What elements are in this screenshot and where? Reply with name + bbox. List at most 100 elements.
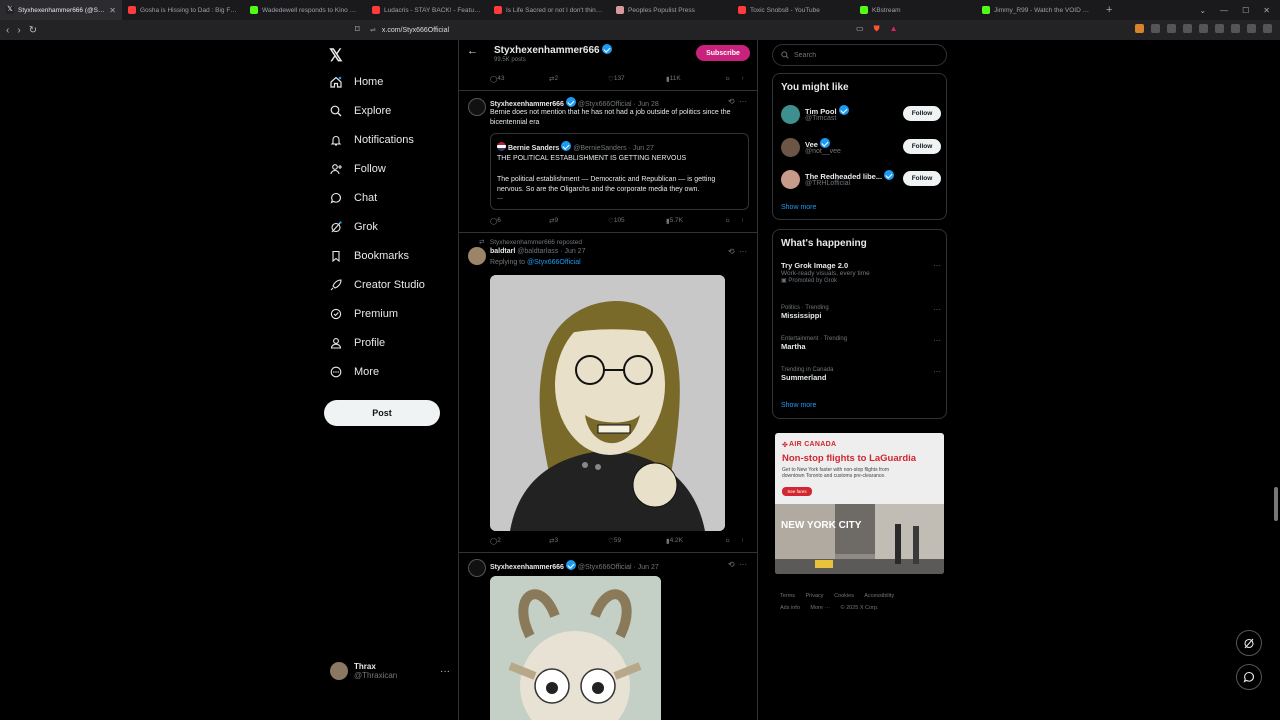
browser-tab[interactable]: Gosha is Hissing to Dad : Big Floppa	[122, 0, 244, 20]
browser-tab[interactable]: Jimmy_R99 - Watch the VOID on Kick	[976, 0, 1098, 20]
leo-icon[interactable]	[1231, 24, 1240, 33]
nav-item-chat[interactable]: Chat	[330, 192, 377, 204]
cast-icon[interactable]: ▭	[856, 24, 864, 34]
trend-item[interactable]: Try Grok Image 2.0 Work-ready visuals, e…	[781, 261, 941, 284]
messages-floating-button[interactable]	[1236, 664, 1262, 690]
nav-item-notifications[interactable]: Notifications	[330, 134, 414, 146]
follow-button[interactable]: Follow	[903, 171, 941, 186]
tab-list-icon[interactable]: ⌄	[1199, 6, 1206, 15]
minimize-icon[interactable]: —	[1220, 6, 1228, 15]
tweet-date[interactable]: · Jun 28	[634, 101, 659, 108]
nav-item-more[interactable]: More	[330, 366, 379, 378]
nav-item-profile[interactable]: Profile	[330, 337, 385, 349]
tweet-image-goat[interactable]	[490, 576, 661, 720]
nav-item-home[interactable]: Home	[330, 76, 383, 88]
reply-button[interactable]: ◯ 2	[490, 537, 501, 545]
music-icon[interactable]	[1183, 24, 1192, 33]
reload-icon[interactable]: ↻	[29, 25, 37, 36]
share-icon[interactable]: ↑	[741, 537, 744, 544]
address-bar[interactable]: ⇌ x.com/Styx666Official	[370, 23, 910, 37]
reply-button[interactable]: ◯ 43	[490, 75, 505, 83]
trend-item[interactable]: Politics · Trending Mississippi ···	[781, 305, 941, 320]
more-dots-icon[interactable]: ···	[933, 367, 941, 376]
air-canada-ad[interactable]: ✤ AIR CANADA Non-stop flights to LaGuard…	[775, 433, 944, 574]
repost-button[interactable]: ⇄ 2	[549, 75, 558, 83]
brave-rewards-icon[interactable]: ▲	[890, 24, 898, 34]
back-arrow-icon[interactable]: ←	[467, 45, 478, 57]
bookmark-page-icon[interactable]: ⌑	[355, 24, 360, 35]
footer-link[interactable]: Ads info	[780, 605, 800, 611]
like-button[interactable]: ♡ 105	[608, 217, 625, 225]
footer-link[interactable]: More ···	[810, 605, 830, 611]
more-dots-icon[interactable]: ···	[933, 336, 941, 345]
more-dots-icon[interactable]: ···	[933, 305, 941, 314]
more-dots-icon[interactable]: ···	[933, 261, 941, 270]
page-scrollbar[interactable]	[1274, 487, 1278, 521]
grok-floating-button[interactable]	[1236, 630, 1262, 656]
reply-to-link[interactable]: @Styx666Official	[527, 259, 581, 266]
extension-icon[interactable]	[1151, 24, 1160, 33]
close-window-icon[interactable]: ✕	[1263, 6, 1270, 15]
avatar[interactable]	[468, 247, 486, 265]
footer-link[interactable]: Cookies	[834, 593, 854, 599]
avatar[interactable]	[468, 98, 486, 116]
sidebar-icon[interactable]	[1199, 24, 1208, 33]
extension-icon[interactable]	[1167, 24, 1176, 33]
tweet-date[interactable]: · Jun 27	[560, 248, 585, 255]
nav-item-premium[interactable]: Premium	[330, 308, 398, 320]
x-logo-icon[interactable]: 𝕏	[329, 46, 343, 66]
footer-link[interactable]: Accessibility	[864, 593, 894, 599]
browser-tab[interactable]: Is Life Sacred or not I don't think it..…	[488, 0, 610, 20]
search-box[interactable]	[772, 44, 947, 66]
subscribe-button[interactable]: Subscribe	[696, 45, 750, 61]
repost-button[interactable]: ⇄ 3	[549, 537, 558, 545]
suggested-user[interactable]: Tim Pool @Timcast Follow	[781, 103, 941, 127]
close-tab-icon[interactable]: ✕	[109, 6, 116, 15]
repost-button[interactable]: ⇄ 9	[549, 217, 558, 225]
browser-tab[interactable]: Toxic Snobs8 - YouTube	[732, 0, 854, 20]
post-button[interactable]: Post	[324, 400, 440, 426]
browser-tab[interactable]: 𝕏 Styxhexenhammer666 (@Styx666... ✕	[0, 0, 122, 20]
author-name[interactable]: Styxhexenhammer666	[490, 101, 564, 108]
suggested-user[interactable]: The Redheaded libe... @TRHLofficial Foll…	[781, 168, 941, 192]
maximize-icon[interactable]: ☐	[1242, 6, 1249, 15]
share-icon[interactable]: ↑	[741, 217, 744, 224]
trend-item[interactable]: Entertainment · Trending Martha ···	[781, 336, 941, 351]
author-handle[interactable]: @baldtarlass	[517, 248, 558, 255]
views-stat[interactable]: ▮ 11K	[666, 75, 681, 83]
account-switcher[interactable]: Thrax @Thraxican ···	[330, 662, 450, 680]
back-icon[interactable]: ‹	[6, 25, 9, 36]
more-dots-icon[interactable]: ···	[739, 247, 747, 256]
grok-icon[interactable]: ⟲	[728, 97, 735, 106]
views-stat[interactable]: ▮ 5.7K	[666, 217, 683, 225]
like-button[interactable]: ♡ 59	[608, 537, 621, 545]
trend-item[interactable]: Trending in Canada Summerland ···	[781, 367, 941, 382]
bookmark-icon[interactable]: ⌑	[726, 75, 729, 83]
show-more-link[interactable]: Show more	[781, 402, 816, 409]
nav-item-explore[interactable]: Explore	[330, 105, 391, 117]
grok-icon[interactable]: ⟲	[728, 247, 735, 256]
nav-item-follow[interactable]: Follow	[330, 163, 386, 175]
nav-item-creator-studio[interactable]: Creator Studio	[330, 279, 425, 291]
author-handle[interactable]: @Styx666Official	[578, 564, 632, 571]
author-handle[interactable]: @Styx666Official	[578, 101, 632, 108]
tweet-date[interactable]: · Jun 27	[634, 564, 659, 571]
share-icon[interactable]: ↑	[741, 75, 744, 82]
bookmark-icon[interactable]: ⌑	[726, 537, 729, 545]
avatar[interactable]	[468, 559, 486, 577]
search-input[interactable]	[794, 51, 934, 59]
show-more-link[interactable]: Show more	[781, 204, 816, 211]
browser-tab[interactable]: Peoples Populist Press	[610, 0, 732, 20]
tweet-image-caricature[interactable]	[490, 275, 725, 531]
ad-cta-button[interactable]: See fares	[782, 487, 812, 496]
reply-button[interactable]: ◯ 6	[490, 217, 501, 225]
browser-tab[interactable]: KBstream	[854, 0, 976, 20]
new-tab-icon[interactable]: +	[1098, 4, 1120, 16]
like-button[interactable]: ♡ 137	[608, 75, 625, 83]
suggested-user[interactable]: Vee @not__vee Follow	[781, 136, 941, 160]
author-name[interactable]: baldtarl	[490, 248, 515, 255]
nav-item-grok[interactable]: Grok	[330, 221, 378, 233]
browser-tab[interactable]: Ludacris - STAY BACK! - Featuring Ar...	[366, 0, 488, 20]
extension-icon[interactable]	[1135, 24, 1144, 33]
author-name[interactable]: Styxhexenhammer666	[490, 564, 564, 571]
